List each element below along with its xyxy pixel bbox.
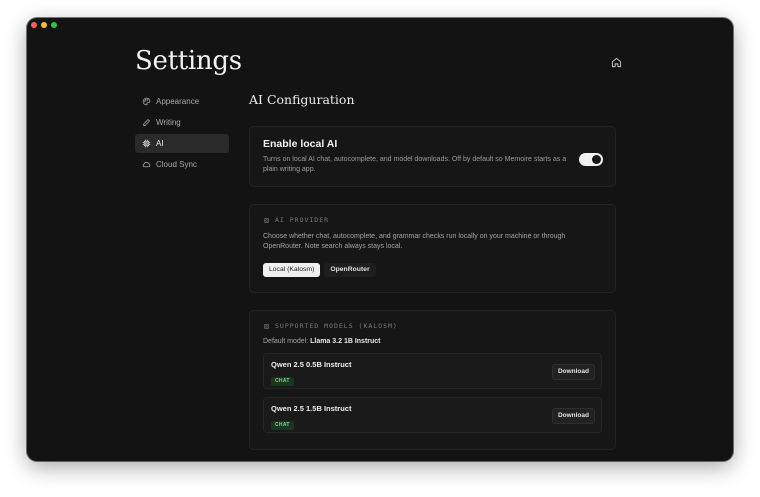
toggle-knob bbox=[592, 155, 601, 164]
supported-models-card: SUPPORTED MODELS (KALOSM) Default model:… bbox=[249, 310, 616, 450]
section-label-text: SUPPORTED MODELS (KALOSM) bbox=[275, 322, 398, 330]
settings-sidebar: Appearance Writing AI Cloud Sync bbox=[135, 92, 229, 176]
default-model-name: Llama 3.2 1B Instruct bbox=[310, 338, 381, 345]
model-name: Qwen 2.5 1.5B Instruct bbox=[271, 404, 352, 413]
app-window: Settings Appearance Writing AI Cloud Syn… bbox=[27, 18, 733, 461]
sidebar-item-appearance[interactable]: Appearance bbox=[135, 92, 229, 111]
sidebar-item-label: AI bbox=[156, 139, 164, 148]
close-window-button[interactable] bbox=[31, 22, 37, 28]
maximize-window-button[interactable] bbox=[51, 22, 57, 28]
enable-ai-toggle[interactable] bbox=[579, 153, 603, 166]
chip-icon bbox=[264, 323, 269, 329]
section-label-text: AI PROVIDER bbox=[275, 216, 330, 224]
model-row: Qwen 2.5 0.5B Instruct CHAT Download bbox=[263, 353, 602, 389]
ai-provider-card: AI PROVIDER Choose whether chat, autocom… bbox=[249, 204, 616, 293]
supported-models-label: SUPPORTED MODELS (KALOSM) bbox=[263, 322, 602, 330]
ai-provider-label: AI PROVIDER bbox=[263, 216, 602, 224]
ai-provider-description: Choose whether chat, autocomplete, and g… bbox=[263, 233, 566, 250]
home-icon bbox=[611, 57, 621, 67]
model-name: Qwen 2.5 0.5B Instruct bbox=[271, 360, 352, 369]
section-title: AI Configuration bbox=[249, 92, 355, 107]
sidebar-item-cloud-sync[interactable]: Cloud Sync bbox=[135, 155, 229, 174]
minimize-window-button[interactable] bbox=[41, 22, 47, 28]
provider-option-local[interactable]: Local (Kalosm) bbox=[263, 263, 321, 277]
window-controls bbox=[31, 22, 57, 28]
provider-selector: Local (Kalosm) OpenRouter bbox=[263, 263, 602, 277]
download-button[interactable]: Download bbox=[551, 408, 595, 424]
download-button[interactable]: Download bbox=[551, 364, 595, 380]
chip-icon bbox=[142, 139, 151, 148]
default-model-prefix: Default model: bbox=[263, 338, 309, 345]
sidebar-item-label: Appearance bbox=[156, 97, 200, 106]
sidebar-item-label: Writing bbox=[156, 118, 181, 127]
page-title: Settings bbox=[135, 46, 242, 76]
enable-ai-description: Turns on local AI chat, autocomplete, an… bbox=[263, 156, 567, 173]
model-row: Qwen 2.5 1.5B Instruct CHAT Download bbox=[263, 397, 602, 433]
model-badge: CHAT bbox=[271, 377, 294, 386]
sidebar-item-ai[interactable]: AI bbox=[135, 134, 229, 153]
palette-icon bbox=[142, 97, 151, 106]
cloud-icon bbox=[142, 161, 151, 168]
sidebar-item-label: Cloud Sync bbox=[156, 160, 197, 169]
sidebar-item-writing[interactable]: Writing bbox=[135, 113, 229, 132]
settings-content: AI Configuration Enable local AI Turns o… bbox=[249, 92, 616, 450]
enable-ai-title: Enable local AI bbox=[263, 138, 338, 150]
chip-icon bbox=[264, 217, 269, 223]
pen-icon bbox=[143, 119, 150, 126]
default-model: Default model: Llama 3.2 1B Instruct bbox=[263, 338, 602, 345]
home-button[interactable] bbox=[609, 55, 623, 69]
enable-ai-card: Enable local AI Turns on local AI chat, … bbox=[249, 126, 616, 187]
model-badge: CHAT bbox=[271, 421, 294, 430]
provider-option-openrouter[interactable]: OpenRouter bbox=[324, 263, 376, 277]
